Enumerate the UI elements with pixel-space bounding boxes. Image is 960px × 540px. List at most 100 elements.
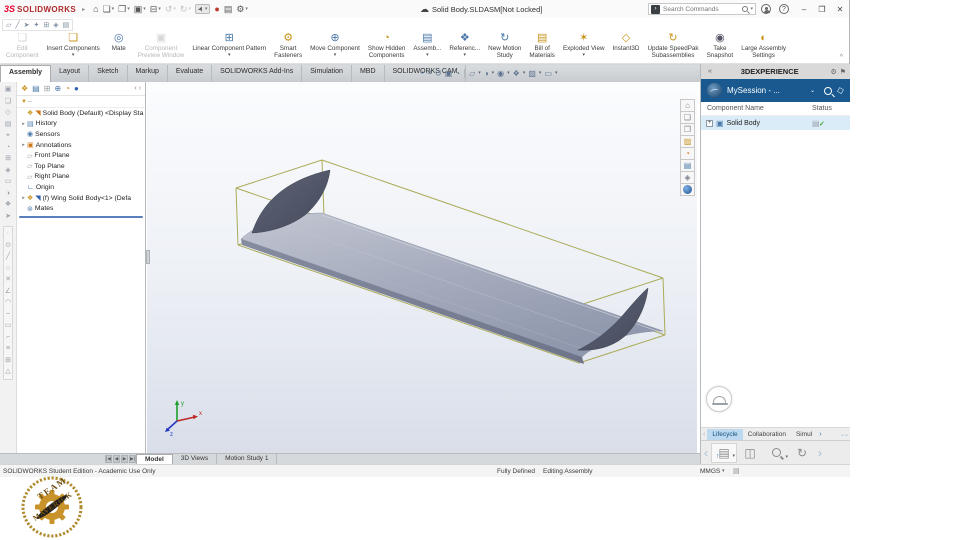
smart-fasteners-button[interactable]: ⚙ Smart Fasteners: [270, 32, 306, 59]
tab-solidworks-addins[interactable]: SOLIDWORKS Add-Ins: [212, 65, 303, 82]
sketch-tool-icon[interactable]: ⊙: [5, 240, 11, 252]
select-tool-button[interactable]: ➤ ▾: [194, 4, 211, 14]
sketch-tool-icon[interactable]: ◠: [5, 297, 11, 309]
tabs-scroll-right-icon[interactable]: ›: [817, 431, 823, 438]
exploded-view-button[interactable]: ✶ Exploded View ▾: [559, 32, 609, 58]
wing-model[interactable]: [147, 82, 697, 453]
rebuild-button[interactable]: ●: [214, 4, 219, 14]
tree-item-wing-solid-body[interactable]: ▸ ❖ ◥ (f) Wing Solid Body<1> (Defa: [17, 193, 145, 204]
tab-model[interactable]: Model: [136, 454, 173, 464]
explore-search-button[interactable]: ▾: [763, 443, 789, 463]
tab-simulation-panel[interactable]: Simul: [791, 429, 817, 440]
panel-search-icon[interactable]: [824, 86, 833, 95]
3dexperience-compass-icon[interactable]: [707, 83, 722, 98]
undo-button[interactable]: ↺ ▾: [165, 4, 176, 15]
search-icon[interactable]: [742, 6, 749, 12]
first-tab-icon[interactable]: |◀: [105, 455, 112, 463]
sketch-tool-icon[interactable]: ○: [6, 263, 10, 275]
units-selector[interactable]: MMGS: [700, 468, 720, 475]
prev-tab-icon[interactable]: ◀: [113, 455, 120, 463]
globe-icon[interactable]: [680, 183, 695, 196]
tool-icon[interactable]: ▤: [63, 21, 70, 29]
tab-scroll-icons[interactable]: ‹ ›: [134, 85, 141, 92]
3dexperience-tab-icon[interactable]: ●: [74, 84, 79, 93]
insert-components-button[interactable]: ❏ Insert Components ▾: [43, 32, 104, 58]
filter-funnel-icon[interactable]: ▼: [21, 99, 27, 105]
edit-component-button[interactable]: ❏ Edit Component: [2, 32, 43, 59]
new-motion-study-button[interactable]: ↻ New Motion Study: [484, 32, 525, 59]
tool-icon[interactable]: ⊞: [43, 21, 49, 29]
view-tool-icon[interactable]: ▭: [5, 176, 12, 188]
sketch-tool-icon[interactable]: ⊞: [5, 355, 11, 367]
move-component-button[interactable]: ⊕ Move Component ▾: [306, 32, 364, 58]
update-speedpak-button[interactable]: ↻ Update SpeedPak Subassemblies: [643, 32, 702, 59]
sketch-tool-icon[interactable]: ≡: [6, 343, 10, 355]
large-assembly-settings-button[interactable]: ◐ Large Assembly Settings: [737, 32, 790, 59]
user-account-icon[interactable]: [761, 4, 771, 14]
featuremanager-tab-icon[interactable]: ❖: [21, 84, 28, 93]
mate-button[interactable]: ◎ Mate: [104, 32, 134, 52]
units-caret-icon[interactable]: ▾: [722, 468, 725, 474]
tool-icon[interactable]: ▱: [6, 21, 11, 29]
toolbar-scroll-left-icon[interactable]: ‹: [701, 446, 711, 460]
home-button[interactable]: ⌂: [93, 4, 98, 14]
options-button[interactable]: ⚙ ▾: [236, 4, 248, 15]
last-tab-icon[interactable]: ▶|: [129, 455, 136, 463]
view-tool-icon[interactable]: ⌖: [6, 130, 10, 142]
reference-geometry-button[interactable]: ❖ Referenc... ▾: [445, 32, 484, 58]
assembly-features-button[interactable]: ▤ Assemb... ▾: [409, 32, 445, 58]
tag-icon[interactable]: ◇: [836, 84, 846, 96]
view-tool-icon[interactable]: ❏: [5, 96, 11, 108]
tool-icon[interactable]: ✦: [33, 21, 39, 29]
panel-splitter-handle[interactable]: [146, 250, 150, 264]
view-tool-icon[interactable]: ◑: [6, 188, 10, 200]
tree-item-right-plane[interactable]: ▱ Right Plane: [17, 172, 145, 183]
view-tool-icon[interactable]: ◈: [5, 165, 10, 177]
sketch-tool-icon[interactable]: ∠: [5, 286, 11, 298]
rollback-bar[interactable]: [19, 215, 143, 218]
new-document-button[interactable]: ❏ ▾: [103, 4, 115, 15]
tabs-collapse-icon[interactable]: ⌄⌄: [840, 431, 850, 438]
redo-button[interactable]: ↻ ▾: [180, 4, 191, 15]
user-avatar[interactable]: [706, 386, 732, 412]
sketch-tool-icon[interactable]: ~: [6, 309, 10, 321]
minimize-button[interactable]: –: [795, 5, 813, 14]
view-tool-icon[interactable]: ❖: [5, 199, 11, 211]
tab-3d-views[interactable]: 3D Views: [173, 454, 218, 464]
next-tab-icon[interactable]: ▶: [121, 455, 128, 463]
panel-gear-icon[interactable]: ⚙: [830, 68, 836, 76]
close-button[interactable]: ✕: [831, 5, 849, 14]
expand-row-icon[interactable]: +: [706, 119, 713, 127]
tab-evaluate[interactable]: Evaluate: [168, 65, 213, 82]
dimxpert-tab-icon[interactable]: ⊕: [54, 84, 61, 93]
database-update-button[interactable]: ◫: [737, 443, 763, 463]
tree-item-root[interactable]: ❖ ◥ Solid Body (Default) <Display Sta: [17, 108, 145, 119]
tab-sketch[interactable]: Sketch: [89, 65, 128, 82]
tree-item-origin[interactable]: ∟ Origin: [17, 182, 145, 193]
search-caret-icon[interactable]: ▾: [750, 6, 753, 12]
sync-button[interactable]: ↻: [789, 443, 815, 463]
view-tool-icon[interactable]: ◔: [6, 142, 10, 154]
tool-icon[interactable]: ➤: [24, 21, 30, 29]
sketch-tool-icon[interactable]: ⌐: [6, 332, 10, 344]
tree-item-sensors[interactable]: ◉ Sensors: [17, 129, 145, 140]
sketch-tool-icon[interactable]: △: [5, 366, 10, 378]
view-tool-icon[interactable]: ▣: [5, 84, 12, 96]
tree-item-annotations[interactable]: ▸ ▣ Annotations: [17, 140, 145, 151]
section-view-icon[interactable]: ▣: [445, 69, 453, 78]
tab-lifecycle[interactable]: Lifecycle: [707, 428, 743, 440]
view-orientation-icon[interactable]: ▱: [469, 69, 475, 78]
menu-expand-icon[interactable]: ▸: [82, 6, 85, 13]
view-settings-icon[interactable]: ▭: [544, 69, 552, 78]
component-row-solid-body[interactable]: + ▣ Solid Body ▤ ✓: [701, 116, 850, 130]
linear-component-pattern-button[interactable]: ⊞ Linear Component Pattern ▾: [188, 32, 270, 58]
tool-icon[interactable]: ◈: [53, 21, 58, 29]
instant3d-button[interactable]: ◇ Instant3D: [609, 32, 644, 52]
toolbar-scroll-right-icon[interactable]: ›: [815, 446, 825, 460]
dynamic-annotation-icon[interactable]: ◔: [455, 69, 460, 78]
previous-view-icon[interactable]: ↺: [435, 69, 442, 78]
file-properties-button[interactable]: ▤: [224, 4, 233, 15]
sketch-tool-icon[interactable]: ✕: [5, 274, 11, 286]
tool-icon[interactable]: ╱: [15, 21, 19, 29]
sketch-tool-icon[interactable]: ▭: [5, 320, 12, 332]
